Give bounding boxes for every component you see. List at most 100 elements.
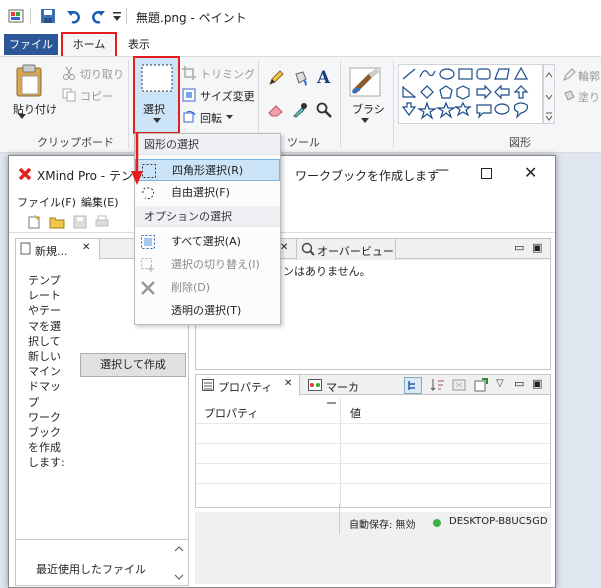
host-name: DESKTOP-B8UC5GD [449, 516, 548, 527]
menu-item-delete[interactable]: 削除(D) [135, 277, 280, 299]
brush-dropdown-icon[interactable] [361, 118, 369, 124]
crop-icon[interactable] [182, 66, 196, 80]
resize-icon[interactable] [182, 88, 196, 102]
menu-file[interactable]: ファイル(F) [17, 194, 76, 210]
shapes-gallery[interactable] [398, 64, 543, 124]
properties-tab-close-icon[interactable]: ✕ [284, 378, 292, 389]
minimize-button[interactable]: — [435, 162, 449, 178]
select-all-label: すべて選択(A) [171, 235, 241, 248]
rect-select-label: 四角形選択(R) [172, 164, 244, 177]
text-icon[interactable]: A [316, 68, 332, 86]
autosave-status: 自動保存: 無効 [349, 520, 416, 531]
print-disabled-icon[interactable] [95, 215, 109, 229]
maximize-pane-icon[interactable]: ▣ [532, 241, 542, 254]
filter-icon[interactable] [452, 378, 466, 392]
svg-text:A: A [316, 68, 331, 86]
menu-edit[interactable]: 編集(E) [81, 194, 119, 210]
overview-search-icon [301, 242, 315, 256]
fill-style-icon[interactable] [562, 89, 576, 103]
overview-message: インはありません。 [272, 265, 371, 278]
recent-files-label: 最近使用したファイル [36, 563, 146, 576]
tab-markers[interactable]: マーカー [306, 375, 366, 410]
properties-icon [202, 379, 214, 391]
save-icon[interactable] [40, 8, 56, 24]
outline-tab-close-icon[interactable]: ✕ [280, 242, 288, 253]
sort-icon[interactable] [430, 378, 446, 392]
outline-icon[interactable] [562, 68, 576, 82]
menu-item-free-select[interactable]: 自由選択(F) [135, 182, 280, 204]
pencil-icon[interactable] [268, 70, 284, 86]
brush-button[interactable]: ブラシ [352, 101, 385, 117]
menu-item-invert-selection[interactable]: 選択の切り替え(I) [135, 254, 280, 276]
shapes-scrollbar[interactable] [543, 64, 555, 124]
cut-icon[interactable] [62, 66, 76, 80]
xmind-window: XMind Pro - テンプ ワークブックを作成します — ✕ ファイル(F)… [8, 155, 556, 588]
prop-col-value: 値 [350, 407, 361, 420]
magnifier-icon[interactable] [316, 102, 332, 118]
template-description: テンプ レート やテー マを選 択して 新しい マイン ドマップ ワーク ブック を作成 します: [28, 274, 65, 470]
copy-button[interactable]: コピー [80, 88, 113, 104]
pin-icon[interactable] [474, 378, 488, 392]
menu-item-select-all[interactable]: すべて選択(A) [135, 231, 280, 253]
tab-close-icon[interactable]: ✕ [82, 242, 90, 253]
paint-title: 無題.png - ペイント [136, 11, 247, 25]
clipboard-group-label: クリップボード [37, 136, 114, 149]
brush-icon[interactable] [348, 66, 382, 98]
select-dropdown-menu: 図形の選択 四角形選択(R) 自由選択(F) オプションの選択 すべて選択(A)… [134, 133, 281, 325]
redo-icon[interactable] [90, 8, 106, 24]
undo-icon[interactable] [66, 8, 82, 24]
menu-item-transparent-select[interactable]: 透明の選択(T) [135, 300, 280, 322]
paste-dropdown-icon[interactable] [18, 114, 26, 120]
maximize-button[interactable] [481, 168, 492, 179]
tab-home[interactable]: ホーム [61, 32, 117, 58]
transparent-select-label: 透明の選択(T) [171, 304, 242, 317]
resize-button[interactable]: サイズ変更 [200, 88, 255, 104]
props-maximize-icon[interactable]: ▣ [532, 377, 542, 390]
copy-icon[interactable] [62, 88, 76, 102]
tab-overview[interactable]: オーバービュー [296, 239, 396, 260]
overview-tab-label: オーバービュー [317, 245, 394, 258]
rotate-icon[interactable] [182, 109, 196, 123]
menu-item-rect-select[interactable]: 四角形選択(R) [135, 159, 280, 181]
tab-file[interactable]: ファイル [4, 34, 58, 55]
xmind-logo-icon [18, 167, 32, 181]
tab-new[interactable]: 新規... ✕ [16, 239, 100, 260]
qat-dropdown-icon[interactable] [112, 10, 122, 22]
dropdown-section-options: オプションの選択 [135, 206, 280, 227]
online-status-icon [433, 519, 441, 527]
select-button[interactable]: 選択 [133, 56, 180, 134]
paint-app-icon[interactable] [8, 8, 24, 24]
shapes-group-label: 図形 [509, 136, 531, 149]
color-picker-icon[interactable] [292, 102, 308, 118]
tab-properties[interactable]: プロパティ ✕ [196, 375, 300, 396]
recent-scrollbar[interactable] [172, 541, 186, 585]
red-arrow-indicator [129, 133, 145, 187]
paste-icon[interactable] [14, 64, 46, 98]
fill-style-button[interactable]: 塗り [578, 89, 600, 105]
select-rect-icon [141, 64, 173, 92]
outline-button[interactable]: 輪郭 [578, 68, 600, 84]
eraser-icon[interactable] [268, 102, 284, 118]
select-and-create-button[interactable]: 選択して作成 [80, 353, 186, 377]
divider [340, 60, 341, 148]
save-disabled-icon[interactable] [73, 215, 87, 229]
cut-button[interactable]: 切り取り [80, 66, 124, 82]
free-select-icon [140, 185, 156, 201]
divider [393, 60, 394, 148]
new-file-icon[interactable] [27, 215, 41, 229]
properties-tab-label: プロパティ [218, 381, 273, 394]
crop-button[interactable]: トリミング [200, 66, 255, 82]
view-menu-icon[interactable]: ▽ [496, 378, 504, 389]
rotate-dropdown-icon[interactable] [226, 115, 233, 120]
open-folder-icon[interactable] [49, 215, 65, 229]
minimize-pane-icon[interactable]: ▭ [514, 241, 524, 254]
close-button[interactable]: ✕ [524, 163, 537, 182]
free-select-label: 自由選択(F) [171, 186, 230, 199]
tools-group-label: ツール [287, 136, 320, 149]
tab-view[interactable]: 表示 [128, 36, 150, 52]
prop-col-property: プロパティ [204, 407, 259, 420]
props-minimize-icon[interactable]: ▭ [514, 377, 524, 390]
fill-icon[interactable] [292, 70, 308, 86]
categories-toggle-icon[interactable] [404, 377, 422, 394]
rotate-button[interactable]: 回転 [200, 110, 222, 126]
